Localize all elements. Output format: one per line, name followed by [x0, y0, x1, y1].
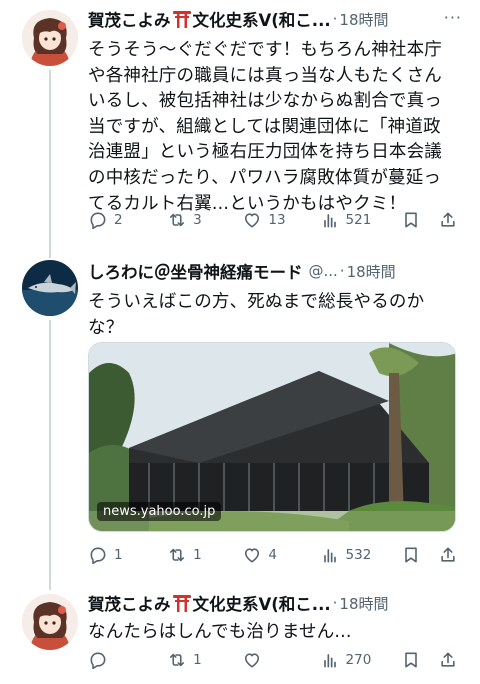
repost-button[interactable]: 1 — [167, 545, 242, 565]
more-icon[interactable]: ··· — [444, 8, 462, 27]
like-count: 4 — [268, 547, 277, 563]
like-icon — [245, 213, 260, 228]
torii-icon — [172, 11, 191, 28]
display-name[interactable]: しろわに＠坐骨神経痛モード — [88, 259, 303, 283]
views-count: 270 — [345, 652, 372, 668]
tweet-text: そういえばこの方、死ぬまで総長やるのか な？ — [88, 292, 425, 338]
repost-count: 1 — [193, 547, 202, 563]
tweet[interactable]: しろわに＠坐骨神経痛モード @... · 18時間 そういえばこの方、死ぬまで総… — [0, 252, 480, 572]
repost-icon — [170, 653, 185, 667]
bookmark-icon — [404, 212, 417, 228]
like-button[interactable]: 13 — [242, 210, 319, 230]
share-button[interactable] — [438, 650, 462, 670]
views-icon — [323, 654, 336, 668]
like-icon — [245, 653, 260, 668]
bookmark-icon — [404, 652, 417, 668]
avatar[interactable] — [22, 260, 78, 316]
timestamp[interactable]: 18時間 — [347, 261, 396, 282]
avatar[interactable] — [22, 10, 78, 66]
repost-icon — [170, 548, 185, 562]
action-bar: 2 3 13 521 — [88, 208, 462, 232]
repost-button[interactable]: 3 — [167, 210, 242, 230]
link-card[interactable]: news.yahoo.co.jp — [88, 342, 456, 532]
repost-icon — [170, 213, 185, 227]
bookmark-button[interactable] — [401, 210, 439, 230]
bookmark-button[interactable] — [401, 545, 439, 565]
reply-button[interactable] — [88, 650, 167, 670]
like-icon — [245, 548, 260, 563]
reply-button[interactable]: 2 — [88, 210, 167, 230]
tweet-header: 賀茂こよみ 文化史系V(和こ... · 18時間 — [88, 590, 462, 616]
tweet[interactable]: 賀茂こよみ 文化史系V(和こ... · 18時間 なんたらはしんでも治りません.… — [0, 586, 480, 684]
tweet-text: なんたらはしんでも治りません... — [88, 622, 352, 642]
share-icon — [441, 652, 455, 667]
tweet[interactable]: 賀茂こよみ 文化史系V(和こ... · 18時間 ··· そうそう〜ぐだぐだです… — [0, 0, 480, 250]
separator-dot: · — [332, 10, 338, 28]
separator-dot: · — [332, 594, 338, 612]
reply-count: 1 — [114, 547, 123, 563]
like-count: 13 — [268, 212, 286, 228]
action-bar: 1 1 4 532 — [88, 543, 462, 567]
timestamp[interactable]: 18時間 — [339, 9, 388, 30]
share-icon — [441, 212, 455, 227]
views-count: 532 — [345, 547, 372, 563]
tweet-text: そうそう〜ぐだぐだです！もちろん神社本庁 や各神社庁の職員には真っ当な人もたくさ… — [88, 40, 442, 214]
reply-icon — [90, 212, 106, 230]
reply-button[interactable]: 1 — [88, 545, 167, 565]
repost-button[interactable]: 1 — [167, 650, 242, 670]
repost-count: 1 — [193, 652, 202, 668]
card-domain: news.yahoo.co.jp — [97, 502, 222, 521]
bookmark-icon — [404, 547, 417, 563]
like-button[interactable]: 4 — [242, 545, 319, 565]
separator-dot: · — [339, 262, 345, 280]
tweet-header: しろわに＠坐骨神経痛モード @... · 18時間 — [88, 258, 462, 284]
torii-icon — [172, 595, 191, 612]
reply-icon — [90, 547, 106, 565]
display-name-suffix[interactable]: 文化史系V(和こ... — [193, 7, 331, 31]
user-handle[interactable]: @... — [309, 262, 338, 280]
views-button[interactable]: 532 — [320, 545, 401, 565]
views-icon — [323, 549, 336, 563]
views-count: 521 — [345, 212, 372, 228]
views-icon — [323, 214, 336, 228]
display-name[interactable]: 賀茂こよみ — [88, 7, 171, 31]
action-bar: 1 270 — [88, 648, 462, 672]
display-name[interactable]: 賀茂こよみ — [88, 591, 171, 615]
views-button[interactable]: 521 — [320, 210, 401, 230]
reply-icon — [90, 652, 106, 670]
share-icon — [441, 547, 455, 562]
share-button[interactable] — [438, 545, 462, 565]
bookmark-button[interactable] — [401, 650, 439, 670]
avatar[interactable] — [22, 594, 78, 650]
timestamp[interactable]: 18時間 — [339, 593, 388, 614]
share-button[interactable] — [438, 210, 462, 230]
tweet-header: 賀茂こよみ 文化史系V(和こ... · 18時間 — [88, 6, 462, 32]
reply-count: 2 — [114, 212, 123, 228]
display-name-suffix[interactable]: 文化史系V(和こ... — [193, 591, 331, 615]
views-button[interactable]: 270 — [320, 650, 401, 670]
repost-count: 3 — [193, 212, 202, 228]
like-button[interactable] — [242, 650, 319, 670]
